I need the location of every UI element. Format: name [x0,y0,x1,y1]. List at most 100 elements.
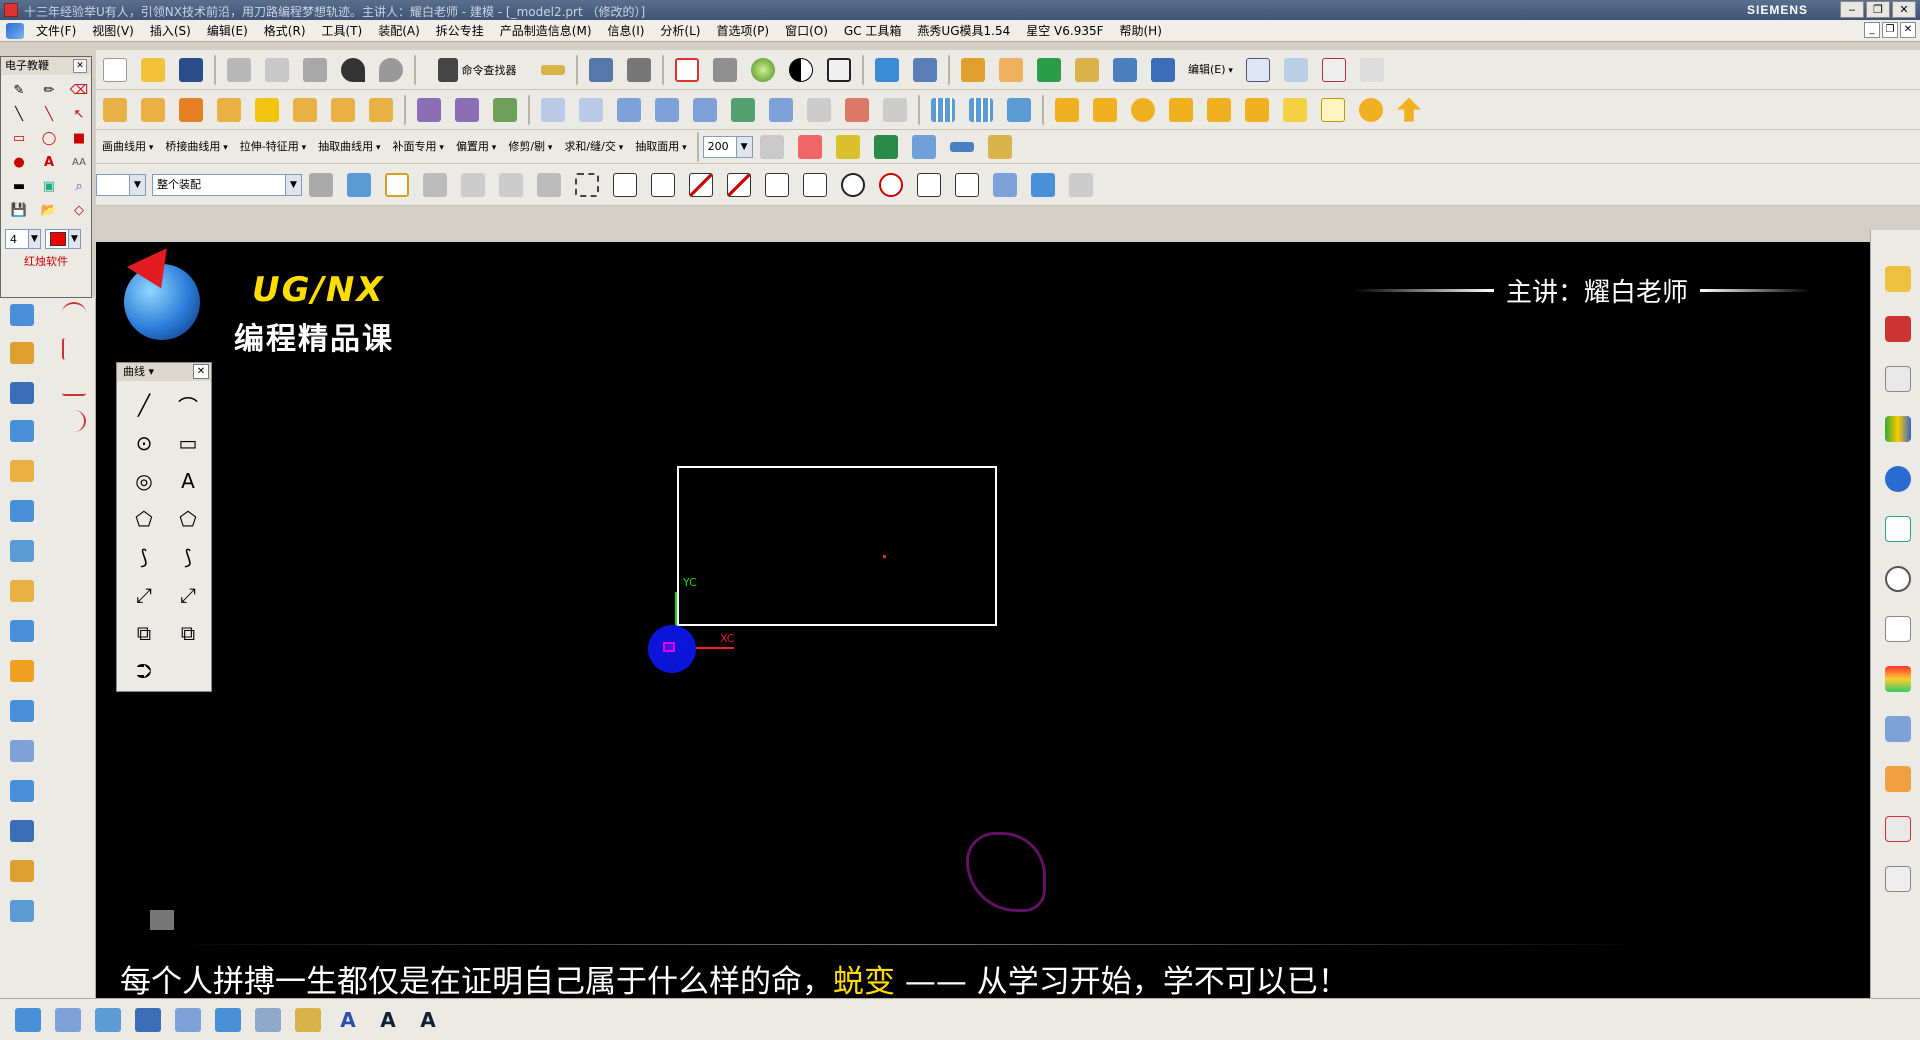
rectangle-select-button[interactable] [570,168,604,202]
assembly-scope-combo[interactable]: 整个装配 ▼ [152,173,302,196]
move-object-button[interactable] [622,53,656,87]
rectangle-tool-button[interactable]: ▭ [169,427,207,459]
tool-sketch-button[interactable] [6,300,38,330]
menu-preferences[interactable]: 首选项(P) [708,22,777,39]
boss-feature-button[interactable] [250,93,284,127]
select-components-button[interactable] [532,168,566,202]
menu-yanxiu-mold[interactable]: 燕秀UG模具1.54 [909,22,1018,39]
sketch-plane-button[interactable] [1241,53,1275,87]
line-width-combo[interactable]: 4 ▼ [5,229,41,249]
brush-tool[interactable]: ╲ [5,103,33,125]
menu-insert[interactable]: 插入(S) [142,22,199,39]
text-tool-button[interactable]: A [169,465,207,497]
menu-format[interactable]: 格式(R) [256,22,314,39]
copy-button[interactable] [260,53,294,87]
assembly-filter-button[interactable] [304,168,338,202]
assembly-button[interactable] [908,53,942,87]
manufacturing-wizards-tab[interactable] [1883,714,1913,744]
tool-pattern-button[interactable] [6,456,38,486]
menu-xingkong[interactable]: 星空 V6.935F [1018,22,1111,39]
close-icon[interactable]: ✕ [193,364,209,379]
tool-trim-body-button[interactable] [6,776,38,806]
menu-pmi[interactable]: 产品制造信息(M) [492,22,600,39]
move-to-layer-button[interactable] [288,1004,328,1036]
project-curve-button[interactable] [869,130,903,164]
web-browser-tab[interactable] [1883,514,1913,544]
n-sided-surface-button[interactable] [726,93,760,127]
tool-thicken-button[interactable] [6,896,38,926]
dimension-button[interactable] [945,130,979,164]
angle-button[interactable] [983,130,1017,164]
tool-book-button[interactable] [6,536,38,566]
clear-tool[interactable]: ◇ [65,199,93,221]
solid-button[interactable] [1146,53,1180,87]
system-scenes-tab[interactable] [1883,814,1913,844]
insert-button[interactable] [1278,93,1312,127]
pattern-button[interactable] [994,53,1028,87]
doc-close-button[interactable]: ✕ [1900,22,1916,38]
extrude-feature-button[interactable] [98,93,132,127]
menu-extract-face[interactable]: 抽取面用 [629,133,692,161]
sketch-point[interactable] [883,555,886,558]
tool-extract-button[interactable] [6,856,38,886]
menu-bridge-curve[interactable]: 桥接曲线用 [159,133,233,161]
menu-trim-split[interactable]: 修剪/剔 [502,133,558,161]
hd3d-tools-tab[interactable] [1883,464,1913,494]
save-tool[interactable]: 💾 [5,199,33,221]
extend-surface-button[interactable] [840,93,874,127]
swept-surface-button[interactable] [612,93,646,127]
point-constructor-button[interactable] [793,130,827,164]
tool-offset-button[interactable] [6,576,38,606]
pen-tool[interactable]: ✏ [35,79,63,101]
tool-curve-b-button[interactable] [58,334,90,364]
measure-button[interactable] [536,53,570,87]
helix-tool-button[interactable]: ◎ [125,465,163,497]
nx-menu-icon[interactable] [6,22,24,39]
through-curves-button[interactable] [536,93,570,127]
new-file-button[interactable] [98,53,132,87]
menu-patch-surface[interactable]: 补面专用 [387,133,450,161]
snap-endpoint-button[interactable] [608,168,642,202]
menu-file[interactable]: 文件(F) [28,22,84,39]
sweep-feature-button[interactable] [174,93,208,127]
shell-feature-button[interactable] [364,93,398,127]
intersect-curve-tool-button[interactable]: ⧉ [169,617,207,649]
blend-button[interactable] [488,93,522,127]
eraser-tool[interactable]: ✎ [5,79,33,101]
snap-existing-point-button[interactable] [912,168,946,202]
spline-button[interactable] [831,130,865,164]
deselect-button[interactable] [418,168,452,202]
roles-tab[interactable] [1883,764,1913,794]
general-select-button[interactable] [380,168,414,202]
edit-tools-button[interactable] [1355,53,1389,87]
menu-offset[interactable]: 偏置用 [450,133,502,161]
arc-tool-button[interactable]: ⌒ [169,389,207,421]
snap-curve-button[interactable] [722,168,756,202]
edit-menu-dropdown[interactable]: 编辑(E) [1182,56,1239,84]
tool-cube-button[interactable] [6,416,38,446]
background-button[interactable] [746,53,780,87]
assembly-check-button[interactable] [168,1004,208,1036]
annotation-button[interactable]: A [328,1004,368,1036]
surface-button[interactable] [1279,53,1313,87]
pocket-feature-button[interactable] [288,93,322,127]
tool-solid-button[interactable] [6,816,38,846]
bill-of-materials-button[interactable] [1316,93,1350,127]
pad-feature-button[interactable] [326,93,360,127]
divide-curve-tool-button[interactable]: ⤢ [169,579,207,611]
menu-information[interactable]: 信息(I) [600,22,653,39]
view-cube-button[interactable] [1026,168,1060,202]
fit-view-button[interactable] [670,53,704,87]
thicken-button[interactable] [450,93,484,127]
menu-window[interactable]: 窗口(O) [777,22,836,39]
revolve-feature-button[interactable] [136,93,170,127]
open-file-button[interactable] [136,53,170,87]
layer-settings-button[interactable] [755,130,789,164]
selection-priority-button[interactable] [342,168,376,202]
redo-button[interactable] [374,53,408,87]
sew-button[interactable] [878,93,912,127]
doc-minimize-button[interactable]: _ [1864,22,1880,38]
menu-extract-curve[interactable]: 抽取曲线用 [312,133,386,161]
text-tool[interactable]: A [35,151,63,173]
snap-arc-center-button[interactable] [836,168,870,202]
